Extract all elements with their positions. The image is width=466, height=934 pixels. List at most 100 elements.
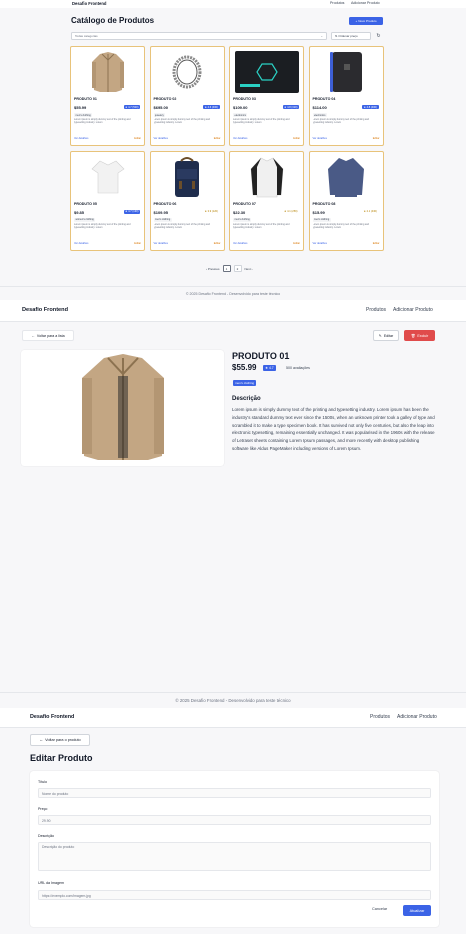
category-badge: women's clothing — [74, 217, 96, 222]
category-badge: electronics — [233, 113, 248, 117]
category-badge: men's clothing — [233, 380, 257, 386]
next-page-button[interactable]: Next › — [245, 267, 253, 271]
product-card[interactable]: PRODUTO 03 $109.00 ★ 4.8 (319) electroni… — [229, 46, 304, 146]
nav-products-link[interactable]: Produtos — [370, 714, 390, 720]
product-name: PRODUTO 06 — [153, 201, 177, 206]
new-product-label: Novo Produto — [358, 19, 377, 23]
top-navbar: Desafio Frontend Produtos Adicionar Prod… — [0, 0, 466, 8]
product-name: PRODUTO 07 — [233, 201, 256, 206]
edit-link[interactable]: Editar — [293, 137, 300, 140]
footer: © 2025 Desafio Frontend - Desenvolvido p… — [0, 692, 466, 708]
pencil-icon: ✎ — [378, 333, 382, 338]
category-badge: men's clothing — [312, 217, 331, 222]
view-details-link[interactable]: Ver detalhes — [154, 242, 168, 245]
view-details-link[interactable]: Ver detalhes — [74, 242, 88, 245]
category-badge: electronics — [312, 113, 327, 117]
nav-products-link[interactable]: Produtos — [366, 307, 386, 313]
category-badge: jewelery — [153, 113, 166, 117]
nav-add-product-link[interactable]: Adicionar Produto — [393, 307, 433, 313]
image-url-label: URL da Imagem — [38, 881, 65, 885]
edit-link[interactable]: Editar — [134, 137, 141, 140]
rating-badge: ★ 4.1 (259) — [284, 210, 298, 213]
edit-label: Editar — [383, 333, 394, 338]
product-description: Lorem ipsum is simply dummy text of the … — [153, 118, 210, 124]
jacket-icon — [81, 354, 164, 460]
product-price: $109.95 — [153, 209, 168, 215]
cancel-button[interactable]: Cancelar — [372, 907, 387, 911]
back-to-product-label: Voltar para o produto — [45, 738, 81, 742]
product-name: PRODUTO 05 — [74, 201, 97, 206]
pagination: ‹ Previous 1 2 Next › — [206, 265, 253, 272]
nav-add-product-link[interactable]: Adicionar Produto — [351, 1, 380, 5]
product-card[interactable]: PRODUTO 01 $55.99 ★ 4.7 (500) men's clot… — [70, 46, 145, 146]
brand-logo[interactable]: Desafio Frontend — [22, 307, 68, 313]
view-details-link[interactable]: Ver detalhes — [74, 137, 88, 140]
nav-products-link[interactable]: Produtos — [330, 1, 344, 5]
product-image — [21, 350, 224, 466]
title-label: Título — [38, 780, 47, 784]
product-price: $22.30 — [233, 209, 246, 215]
product-price: $695.00 — [153, 105, 168, 110]
category-filter-select[interactable]: Todas categorias ⌄ — [71, 32, 327, 40]
view-details-link[interactable]: Ver detalhes — [233, 137, 247, 140]
ssd-icon — [232, 49, 301, 95]
product-name: PRODUTO 01 — [74, 97, 97, 101]
arrow-left-icon: ← — [39, 738, 44, 742]
new-product-button[interactable]: + Novo Produto — [349, 17, 383, 25]
view-details-link[interactable]: Ver detalhes — [154, 137, 168, 140]
update-button[interactable]: Atualizar — [403, 905, 431, 916]
rating-badge: ★ 4.7 — [263, 365, 276, 371]
category-badge: men's clothing — [74, 113, 93, 117]
product-price: $9.85 — [74, 209, 85, 215]
nav-add-product-link[interactable]: Adicionar Produto — [397, 714, 437, 720]
back-to-list-button[interactable]: ← Voltar para a lista — [22, 330, 74, 341]
price-input[interactable]: 29.90 — [38, 815, 431, 825]
raglan-shirt-icon — [232, 154, 301, 200]
image-url-input[interactable]: https://exemplo.com/imagem.jpg — [38, 890, 431, 900]
description-label: Descrição — [38, 834, 54, 838]
page-1-button[interactable]: 1 — [222, 265, 231, 272]
chevron-down-icon: ⌄ — [320, 34, 323, 38]
tshirt-icon — [73, 154, 142, 200]
delete-label: Excluir — [417, 333, 429, 338]
footer: © 2025 Desafio Frontend - Desenvolvido p… — [0, 286, 466, 300]
sort-select[interactable]: ⇅ Ordenar preço — [331, 32, 371, 40]
category-badge: men's clothing — [233, 217, 252, 222]
category-filter-value: Todas categorias — [75, 34, 98, 38]
product-description: Lorem ipsum is simply dummy text of the … — [153, 222, 210, 229]
refresh-icon[interactable]: ↻ — [374, 32, 383, 40]
category-badge: men's clothing — [153, 217, 172, 222]
product-price: $55.99 — [74, 105, 87, 110]
product-card[interactable]: PRODUTO 02 $695.00 ★ 4.6 (400) jewelery … — [149, 46, 225, 146]
product-grid: PRODUTO 01 $55.99 ★ 4.7 (500) men's clot… — [70, 46, 384, 251]
edit-link[interactable]: Editar — [214, 242, 221, 245]
rating-badge: ★ 2.1 (430) — [363, 210, 377, 213]
brand-logo[interactable]: Desafio Frontend — [30, 714, 74, 720]
product-card[interactable]: PRODUTO 06 $109.95 ★ 3.9 (120) men's clo… — [149, 150, 225, 251]
product-description: Lorem ipsum is simply dummy text of the … — [74, 222, 131, 229]
edit-link[interactable]: Editar — [373, 242, 380, 245]
edit-link[interactable]: Editar — [293, 242, 300, 245]
title-input[interactable]: Nome do produto — [38, 788, 431, 798]
delete-button[interactable]: 🗑 Excluir — [404, 330, 435, 341]
edit-link[interactable]: Editar — [214, 137, 221, 140]
view-details-link[interactable]: Ver detalhes — [313, 242, 327, 245]
product-card[interactable]: PRODUTO 05 $9.85 ★ 4.7 (130) women's clo… — [70, 150, 145, 251]
view-details-link[interactable]: Ver detalhes — [233, 242, 247, 245]
edit-button[interactable]: ✎ Editar — [373, 330, 399, 341]
edit-link[interactable]: Editar — [134, 242, 141, 245]
page-2-button[interactable]: 2 — [233, 265, 242, 272]
brand-logo[interactable]: Desafio Frontend — [72, 1, 106, 6]
jacket-icon — [73, 49, 142, 95]
previous-page-button[interactable]: ‹ Previous — [206, 267, 220, 271]
product-card[interactable]: PRODUTO 08 $15.99 ★ 2.1 (430) men's clot… — [308, 150, 384, 251]
product-card[interactable]: PRODUTO 04 $114.00 ★ 4.8 (400) electroni… — [308, 46, 384, 146]
rating-badge: ★ 4.7 (130) — [123, 209, 140, 214]
edit-link[interactable]: Editar — [373, 137, 380, 140]
back-to-product-button[interactable]: ← Voltar para o produto — [30, 734, 90, 746]
product-card[interactable]: PRODUTO 07 $22.30 ★ 4.1 (259) men's clot… — [229, 150, 304, 251]
price-label: Preço — [38, 807, 48, 811]
view-details-link[interactable]: Ver detalhes — [313, 137, 327, 140]
product-name: PRODUTO 04 — [312, 97, 336, 101]
description-textarea[interactable]: Descrição do produto — [38, 842, 431, 871]
